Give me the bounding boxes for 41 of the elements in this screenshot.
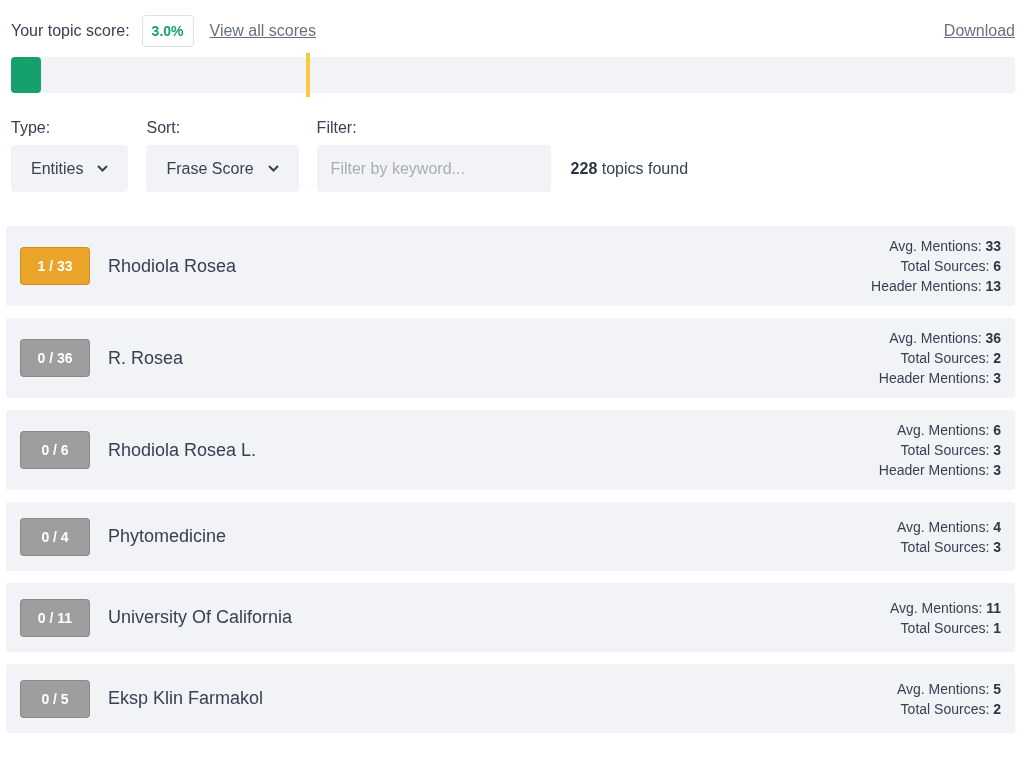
usage-badge: 0 / 6 (20, 431, 90, 469)
topic-stat: Avg. Mentions: 5 (896, 679, 1001, 699)
topic-name: Rhodiola Rosea (108, 255, 238, 277)
view-all-scores-link[interactable]: View all scores (209, 22, 316, 40)
usage-badge: 1 / 33 (20, 247, 90, 285)
control-label: Filter: (316, 119, 358, 137)
topic-stat: Avg. Mentions: 6 (896, 421, 1001, 440)
control-label: Type: (11, 119, 52, 137)
dropdown[interactable]: Entities (11, 145, 129, 192)
topic-stat: Avg. Mentions: 11 (889, 598, 1001, 618)
usage-badge: 0 / 36 (20, 339, 90, 377)
topics-found-text: 228 topics found (570, 159, 689, 179)
topic-stat: Total Sources: 6 (900, 257, 1001, 276)
topic-stat: Total Sources: 3 (900, 537, 1001, 557)
dropdown[interactable]: Frase Score (146, 145, 299, 192)
topic-stat: Avg. Mentions: 33 (889, 237, 1001, 256)
topic-stat: Header Mentions: 3 (878, 461, 1001, 480)
topic-stat: Total Sources: 2 (900, 699, 1001, 719)
filter-field[interactable]: Filter by keyword... (316, 145, 551, 192)
topic-stat: Avg. Mentions: 4 (896, 517, 1001, 537)
topic-name: University Of California (108, 607, 294, 628)
topic-stat: Header Mentions: 13 (871, 277, 1001, 296)
score-label: Your topic score: (11, 22, 130, 40)
topic-name: Eksp Klin Farmakol (108, 688, 265, 709)
download-link[interactable]: Download (943, 22, 1015, 40)
topic-stat: Total Sources: 2 (900, 349, 1001, 368)
topic-stat: Total Sources: 1 (900, 618, 1001, 638)
topic-stat: Header Mentions: 3 (878, 369, 1001, 388)
usage-badge: 0 / 4 (20, 517, 90, 556)
target-marker (306, 53, 310, 97)
topic-stat: Total Sources: 3 (900, 441, 1001, 460)
topic-stat: Avg. Mentions: 36 (889, 329, 1001, 348)
usage-badge: 0 / 5 (20, 679, 90, 718)
control-label: Sort: (146, 119, 182, 137)
topic-name: R. Rosea (108, 347, 185, 369)
topic-name: Phytomedicine (108, 526, 228, 547)
chevron-down-icon (267, 165, 279, 172)
usage-badge: 0 / 11 (20, 598, 90, 637)
chevron-down-icon (97, 165, 109, 172)
topic-name: Rhodiola Rosea L. (108, 439, 258, 461)
score-value: 3.0% (141, 15, 194, 47)
